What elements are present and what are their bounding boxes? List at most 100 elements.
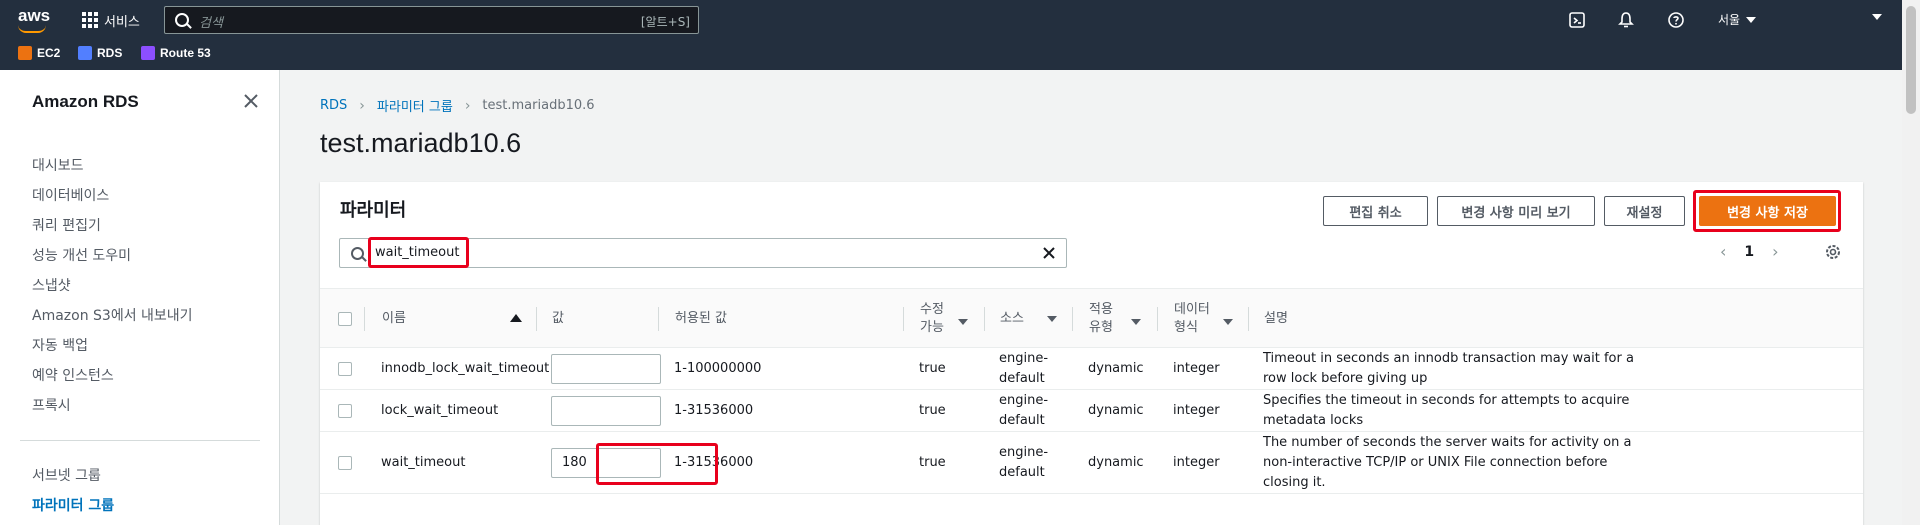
highlight-box-save — [1693, 190, 1841, 232]
sidebar-item-query-editor[interactable]: 쿼리 편집기 — [32, 215, 101, 235]
column-divider — [903, 307, 904, 331]
parameter-name: lock_wait_timeout — [381, 403, 499, 418]
page-scrollbar[interactable] — [1902, 0, 1920, 525]
favorite-label: EC2 — [37, 46, 61, 60]
column-header-name[interactable]: 이름 — [382, 310, 406, 328]
table-row[interactable]: innodb_lock_wait_timeout 1-100000000 tru… — [320, 348, 1863, 390]
sidebar-item-subnet-groups[interactable]: 서브넷 그룹 — [32, 465, 101, 485]
sidebar-item-snapshots[interactable]: 스냅샷 — [32, 275, 71, 295]
sidebar-divider — [20, 440, 260, 441]
apply-type: dynamic — [1088, 403, 1144, 418]
account-menu-chevron-icon[interactable] — [1872, 14, 1882, 20]
select-all-checkbox[interactable] — [338, 312, 352, 326]
global-search-input[interactable]: 검색 [알트+S] — [164, 6, 699, 34]
chevron-right-icon[interactable]: › — [1772, 242, 1778, 261]
parameter-value-input[interactable] — [551, 396, 661, 426]
reset-button[interactable]: 재설정 — [1604, 196, 1685, 226]
parameter-name: wait_timeout — [381, 455, 466, 470]
favorite-rds[interactable]: RDS — [78, 46, 122, 60]
parameter-name: innodb_lock_wait_timeout — [381, 361, 550, 376]
description-line: The number of seconds the server waits f… — [1263, 435, 1632, 450]
column-header-source[interactable]: 소스 — [1000, 310, 1024, 328]
column-header-description[interactable]: 설명 — [1264, 310, 1288, 328]
row-checkbox[interactable] — [338, 456, 352, 470]
notifications-bell-icon[interactable] — [1617, 11, 1635, 29]
sidebar-item-reserved-instances[interactable]: 예약 인스턴스 — [32, 365, 114, 385]
sort-ascending-icon[interactable] — [510, 314, 522, 322]
description-line: row lock before giving up — [1263, 371, 1428, 386]
clear-icon[interactable] — [1040, 244, 1058, 262]
favorite-label: RDS — [97, 46, 123, 60]
cloudshell-icon[interactable] — [1568, 11, 1586, 29]
help-icon[interactable] — [1667, 11, 1685, 29]
header-line: 형식 — [1174, 320, 1198, 335]
row-checkbox[interactable] — [338, 404, 352, 418]
ec2-service-icon — [18, 46, 32, 60]
table-row[interactable]: lock_wait_timeout 1-31536000 true engine… — [320, 390, 1863, 432]
column-header-value[interactable]: 값 — [552, 310, 564, 328]
column-header-allowed-values[interactable]: 허용된 값 — [675, 310, 727, 328]
breadcrumb-rds[interactable]: RDS — [320, 98, 347, 113]
scrollbar-thumb[interactable] — [1906, 6, 1916, 114]
services-menu-button[interactable]: 서비스 — [82, 9, 140, 31]
header-line: 데이터 — [1174, 302, 1210, 317]
column-header-data-type[interactable]: 데이터형식 — [1174, 301, 1210, 337]
sort-icon[interactable] — [1131, 319, 1141, 325]
data-type: integer — [1173, 455, 1220, 470]
source-line: default — [999, 465, 1045, 480]
close-icon[interactable] — [242, 92, 260, 110]
route53-service-icon — [141, 46, 155, 60]
favorite-ec2[interactable]: EC2 — [18, 46, 60, 60]
column-divider — [1072, 307, 1073, 331]
source-line: default — [999, 413, 1045, 428]
table-row[interactable]: wait_timeout 180 1-31536000 true engine-… — [320, 432, 1863, 494]
table-header: 이름 값 허용된 값 수정가능 소스 적용 유형 데이터형식 설명 — [320, 288, 1863, 348]
sort-icon[interactable] — [1047, 316, 1057, 322]
sidebar-item-exports-s3[interactable]: Amazon S3에서 내보내기 — [32, 305, 193, 325]
page-title: test.mariadb10.6 — [320, 128, 522, 158]
sidebar-item-performance-insights[interactable]: 성능 개선 도우미 — [32, 245, 131, 265]
source: engine-default — [999, 349, 1048, 389]
breadcrumb-parameter-groups[interactable]: 파라미터 그룹 — [377, 96, 453, 115]
highlight-box-filter — [368, 237, 469, 268]
modifiable: true — [919, 361, 946, 376]
description-line: closing it. — [1263, 475, 1326, 490]
column-header-apply-type[interactable]: 적용 유형 — [1089, 301, 1113, 337]
modifiable: true — [919, 455, 946, 470]
chevron-left-icon[interactable]: ‹ — [1720, 242, 1726, 261]
sidebar-item-databases[interactable]: 데이터베이스 — [32, 185, 109, 205]
parameter-value-input[interactable] — [551, 354, 661, 384]
header-line: 가능 — [920, 320, 944, 335]
column-divider — [536, 307, 537, 331]
sidebar-item-dashboard[interactable]: 대시보드 — [32, 155, 84, 175]
favorite-route53[interactable]: Route 53 — [141, 46, 211, 60]
preview-changes-button[interactable]: 변경 사항 미리 보기 — [1437, 196, 1595, 226]
grid-icon — [82, 12, 98, 28]
description-line: Specifies the timeout in seconds for att… — [1263, 393, 1630, 408]
sort-icon[interactable] — [958, 319, 968, 325]
aws-logo[interactable]: aws — [18, 6, 50, 26]
search-shortcut: [알트+S] — [640, 15, 690, 29]
gear-icon[interactable] — [1823, 242, 1843, 262]
top-row: aws 서비스 검색 [알트+S] 서울 — [0, 0, 1902, 40]
region-label: 서울 — [1718, 13, 1741, 27]
sidebar-item-automated-backups[interactable]: 자동 백업 — [32, 335, 88, 355]
page-number[interactable]: 1 — [1744, 244, 1754, 260]
row-checkbox[interactable] — [338, 362, 352, 376]
header-line: 수정 — [920, 302, 944, 317]
services-label: 서비스 — [104, 14, 140, 30]
panel-title: 파라미터 — [340, 200, 407, 220]
breadcrumb: RDS › 파라미터 그룹 › test.mariadb10.6 — [320, 96, 595, 116]
breadcrumb-current: test.mariadb10.6 — [482, 98, 595, 113]
sidebar-item-proxies[interactable]: 프록시 — [32, 395, 71, 415]
data-type: integer — [1173, 403, 1220, 418]
region-selector[interactable]: 서울 — [1718, 11, 1757, 28]
source: engine-default — [999, 443, 1048, 483]
favorites-bar: EC2 RDS Route 53 — [0, 42, 1902, 66]
sidebar-item-parameter-groups[interactable]: 파라미터 그룹 — [32, 495, 114, 515]
cancel-edit-button[interactable]: 편집 취소 — [1323, 196, 1428, 226]
sort-icon[interactable] — [1223, 319, 1233, 325]
header-line: 적용 — [1089, 302, 1113, 317]
sidebar: Amazon RDS 대시보드 데이터베이스 쿼리 편집기 성능 개선 도우미 … — [0, 70, 280, 525]
column-header-modifiable[interactable]: 수정가능 — [920, 301, 944, 337]
